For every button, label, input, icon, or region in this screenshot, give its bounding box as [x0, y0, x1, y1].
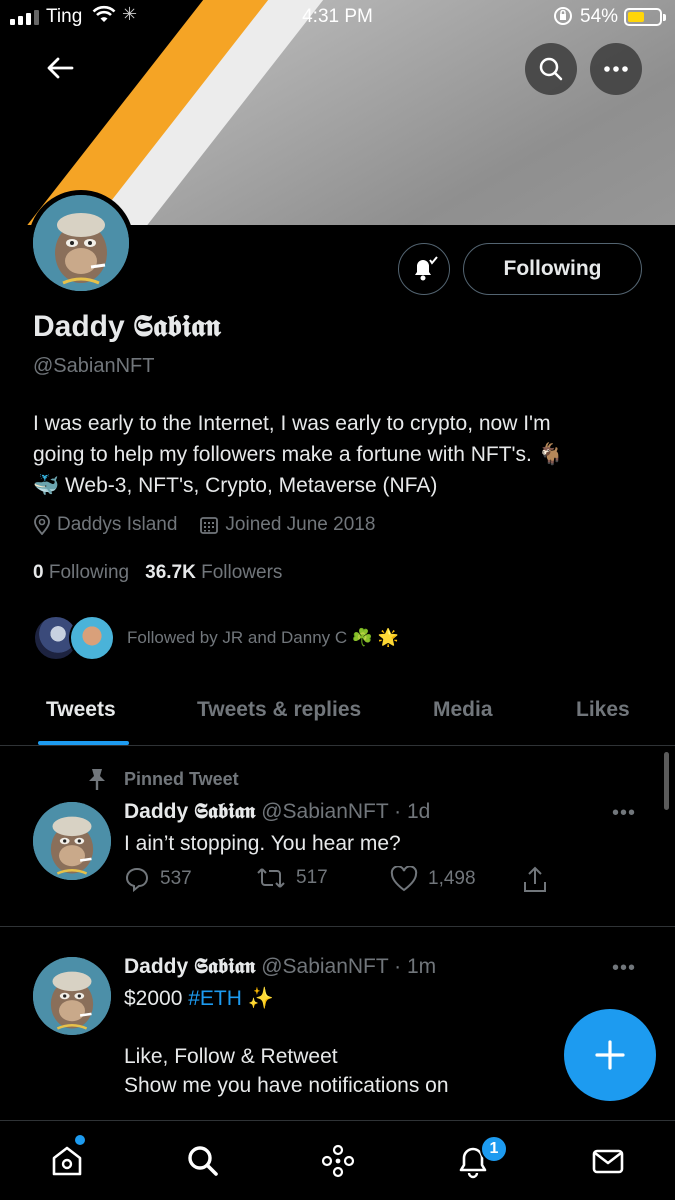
tweet-header: Daddy 𝕾𝖆𝖇𝖎𝖆𝖓 @SabianNFT · 1d [124, 800, 430, 824]
profile-bio: I was early to the Internet, I was early… [33, 408, 633, 501]
calendar-icon [200, 517, 219, 534]
share-button[interactable] [522, 866, 548, 894]
heart-icon [390, 866, 418, 892]
retweet-button[interactable]: 517 [256, 866, 328, 890]
active-tab-indicator [38, 741, 129, 745]
search-icon [188, 1146, 218, 1176]
plus-icon [595, 1040, 625, 1070]
search-button[interactable] [525, 43, 577, 95]
hashtag-link[interactable]: #ETH [188, 987, 242, 1010]
nav-home[interactable] [45, 1139, 89, 1183]
tweet-more-button[interactable]: ••• [612, 802, 636, 825]
followers-count-link[interactable]: 36.7K Followers [145, 562, 282, 584]
mail-icon [592, 1149, 624, 1174]
nav-messages[interactable] [586, 1139, 630, 1183]
battery-percent: 54% [580, 6, 619, 27]
profile-display-name: Daddy 𝕾𝖆𝖇𝖎𝖆𝖓 [33, 310, 221, 343]
tweet-actions: 537 517 1,498 [124, 866, 564, 898]
status-bar: Ting ✳ 4:31 PM 54% [0, 0, 675, 36]
spaces-icon [321, 1144, 355, 1178]
tweet-header: Daddy 𝕾𝖆𝖇𝖎𝖆𝖓 @SabianNFT · 1m [124, 955, 436, 979]
following-count-link[interactable]: 0 Following [33, 562, 129, 584]
followed-by-text: Followed by JR and Danny C ☘️ 🌟 [127, 628, 399, 647]
home-unread-dot [75, 1135, 85, 1145]
home-icon [52, 1146, 82, 1176]
tweet-text: $2000 #ETH ✨ Like, Follow & Retweet Show… [124, 987, 449, 1097]
pinned-label: Pinned Tweet [86, 767, 239, 791]
compose-tweet-button[interactable] [564, 1009, 656, 1101]
arrow-left-icon [47, 57, 74, 79]
search-icon [539, 57, 563, 81]
ape-avatar-image [33, 195, 129, 291]
more-options-button[interactable] [590, 43, 642, 95]
tweet-author-name: Daddy 𝕾𝖆𝖇𝖎𝖆𝖓 [124, 955, 256, 978]
profile-location: Daddys Island [57, 514, 178, 535]
follower-avatar [69, 615, 115, 661]
tweet-handle-time: @SabianNFT · 1m [261, 955, 437, 978]
like-button[interactable]: 1,498 [390, 866, 476, 892]
tab-tweets[interactable]: Tweets [46, 698, 116, 722]
bell-check-icon [415, 256, 438, 281]
followed-by-row[interactable]: Followed by JR and Danny C ☘️ 🌟 [33, 614, 399, 662]
profile-handle: @SabianNFT [33, 355, 155, 377]
reply-button[interactable]: 537 [124, 866, 192, 892]
scrollbar[interactable] [664, 752, 669, 810]
bio-line: 🐳 Web-3, NFT's, Crypto, Metaverse (NFA) [33, 474, 438, 497]
share-icon [524, 866, 546, 892]
bio-line: I was early to the Internet, I was early… [33, 412, 551, 435]
orientation-lock-icon [552, 5, 574, 33]
retweet-icon [257, 868, 285, 888]
location-pin-icon [34, 515, 50, 535]
follow-counts: 0 Following 36.7K Followers [33, 562, 282, 584]
battery-icon [624, 8, 666, 26]
notification-count-badge: 1 [480, 1135, 508, 1163]
nav-search[interactable] [181, 1139, 225, 1183]
reply-icon [125, 867, 149, 892]
tab-media[interactable]: Media [433, 698, 493, 722]
tab-likes[interactable]: Likes [576, 698, 630, 722]
following-button[interactable]: Following [463, 243, 642, 295]
bottom-navigation: 1 [0, 1120, 675, 1200]
tweet-avatar[interactable] [33, 957, 111, 1035]
nav-spaces[interactable] [316, 1139, 360, 1183]
tweet-avatar[interactable] [33, 802, 111, 880]
tweet-handle-time: @SabianNFT · 1d [261, 800, 431, 823]
profile-avatar[interactable] [28, 190, 134, 296]
profile-joined-date: Joined June 2018 [225, 514, 376, 535]
more-dots-icon [604, 66, 628, 72]
profile-tabs: Tweets Tweets & replies Media Likes [0, 688, 675, 746]
tab-tweets-replies[interactable]: Tweets & replies [197, 698, 361, 722]
profile-meta: Daddys Island Joined June 2018 [33, 514, 375, 536]
back-button[interactable] [40, 50, 80, 86]
tweet-more-button[interactable]: ••• [612, 957, 636, 980]
pin-icon [89, 769, 105, 790]
notifications-toggle-button[interactable] [398, 243, 450, 295]
tweet-text: I ain’t stopping. You hear me? [124, 832, 401, 855]
tweet-author-name: Daddy 𝕾𝖆𝖇𝖎𝖆𝖓 [124, 800, 256, 823]
tweet-divider [0, 926, 675, 927]
bio-line: going to help my followers make a fortun… [33, 443, 564, 466]
